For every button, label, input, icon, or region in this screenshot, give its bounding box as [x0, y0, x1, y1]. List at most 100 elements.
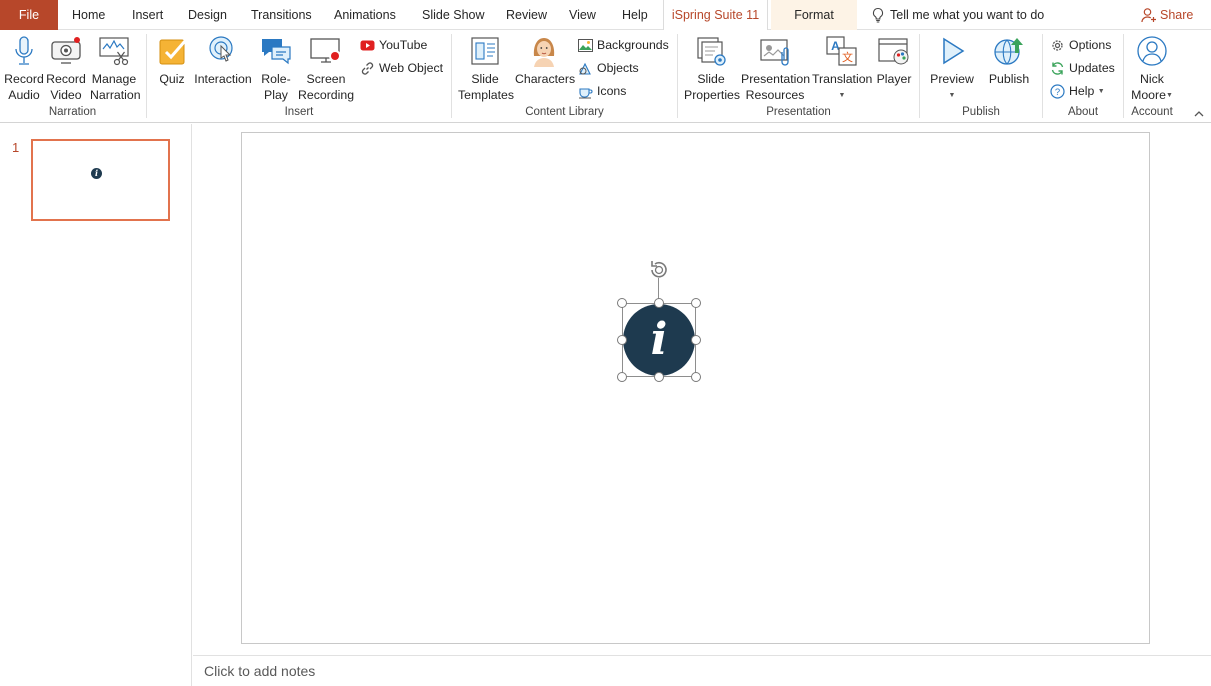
- youtube-button[interactable]: YouTube: [360, 35, 427, 55]
- backgrounds-button[interactable]: Backgrounds: [578, 35, 669, 55]
- icons-button[interactable]: Icons: [578, 81, 626, 101]
- timeline-scissors-icon: [97, 34, 131, 68]
- link-icon: [361, 62, 374, 75]
- translation-button[interactable]: A文 Translation ▼: [812, 34, 872, 104]
- character-woman-icon: [527, 34, 561, 68]
- screen-recording-button[interactable]: Screen Recording: [298, 34, 354, 103]
- resize-handle-right[interactable]: [691, 335, 701, 345]
- slide-templates-button[interactable]: Slide Templates: [458, 34, 514, 103]
- help-button[interactable]: ? Help ▼: [1050, 81, 1105, 101]
- resize-handle-bottom[interactable]: [654, 372, 664, 382]
- resize-handle-left[interactable]: [617, 335, 627, 345]
- tab-design[interactable]: Design: [188, 0, 227, 30]
- ribbon: Record Audio Record Video Manage Narrati…: [0, 30, 1211, 123]
- slide-thumbnail-pane: 1 i: [0, 124, 192, 686]
- user-avatar-icon: [1135, 34, 1169, 68]
- globe-upload-icon: [992, 34, 1026, 68]
- tell-me-search[interactable]: Tell me what you want to do: [871, 0, 1044, 30]
- icons-label: Icons: [597, 84, 627, 98]
- group-label-publish: Publish: [962, 106, 1000, 118]
- collapse-ribbon-chevron-up-icon[interactable]: [1192, 108, 1206, 120]
- presentation-resources-label-2: Resources: [745, 88, 805, 102]
- tab-animations[interactable]: Animations: [334, 0, 396, 30]
- group-separator: [1123, 34, 1124, 118]
- tab-view[interactable]: View: [569, 0, 596, 30]
- image-icon: [578, 39, 593, 52]
- objects-button[interactable]: Objects: [578, 58, 639, 78]
- tab-home[interactable]: Home: [72, 0, 105, 30]
- slide-properties-label-1: Slide: [697, 72, 725, 86]
- options-label: Options: [1069, 38, 1112, 52]
- resize-handle-bottom-right[interactable]: [691, 372, 701, 382]
- translate-icon: A文: [825, 34, 859, 68]
- ribbon-tab-bar: File Home Insert Design Transitions Anim…: [0, 0, 1211, 31]
- screen-recording-label-1: Screen: [306, 72, 346, 86]
- account-button[interactable]: Nick Moore ▼: [1128, 34, 1176, 104]
- slide-canvas[interactable]: i: [241, 132, 1150, 644]
- tab-transitions[interactable]: Transitions: [251, 0, 312, 30]
- rotate-handle-icon[interactable]: [646, 258, 672, 280]
- group-label-narration: Narration: [48, 106, 97, 118]
- group-label-content-library: Content Library: [525, 106, 604, 118]
- speech-bubbles-icon: [259, 34, 293, 68]
- tab-file[interactable]: File: [0, 0, 58, 30]
- resize-handle-bottom-left[interactable]: [617, 372, 627, 382]
- selection-frame: [622, 303, 696, 377]
- player-palette-icon: [877, 34, 911, 68]
- updates-button[interactable]: Updates: [1050, 58, 1115, 78]
- account-name-1: Nick: [1140, 72, 1164, 86]
- interaction-button[interactable]: Interaction: [194, 34, 252, 87]
- slide-templates-icon: [468, 34, 502, 68]
- preview-button[interactable]: Preview ▼: [928, 34, 976, 104]
- publish-button[interactable]: Publish: [986, 34, 1032, 87]
- help-dropdown-caret-icon: ▼: [1097, 87, 1105, 95]
- quiz-button[interactable]: Quiz: [156, 34, 188, 87]
- preview-dropdown-caret-icon: ▼: [948, 91, 956, 99]
- notes-placeholder: Click to add notes: [204, 663, 316, 679]
- youtube-icon: [360, 40, 375, 51]
- slide-properties-button[interactable]: Slide Properties: [684, 34, 740, 103]
- tab-help[interactable]: Help: [622, 0, 648, 30]
- interaction-label: Interaction: [194, 72, 252, 86]
- preview-label: Preview: [930, 72, 974, 86]
- tab-review[interactable]: Review: [506, 0, 547, 30]
- screen-record-icon: [309, 34, 343, 68]
- slide-templates-label-1: Slide: [471, 72, 499, 86]
- quiz-checkmark-icon: [156, 34, 190, 68]
- resources-paperclip-icon: [758, 34, 792, 68]
- record-video-button[interactable]: Record Video: [46, 34, 86, 103]
- share-label: Share: [1160, 8, 1194, 22]
- options-button[interactable]: Options: [1050, 35, 1111, 55]
- shapes-icon: [579, 62, 591, 75]
- resize-handle-top-left[interactable]: [617, 298, 627, 308]
- tab-slide-show[interactable]: Slide Show: [422, 0, 485, 30]
- presentation-resources-button[interactable]: Presentation Resources: [741, 34, 810, 103]
- tab-ispring-suite[interactable]: iSpring Suite 11: [663, 0, 768, 31]
- characters-button[interactable]: Characters: [515, 34, 576, 87]
- group-separator: [451, 34, 452, 118]
- youtube-label: YouTube: [379, 38, 428, 52]
- slide-editor: i: [193, 124, 1211, 655]
- tab-insert[interactable]: Insert: [132, 0, 163, 30]
- group-separator: [677, 34, 678, 118]
- record-audio-button[interactable]: Record Audio: [4, 34, 44, 103]
- resize-handle-top-right[interactable]: [691, 298, 701, 308]
- player-button[interactable]: Player: [876, 34, 912, 87]
- share-button[interactable]: Share: [1141, 0, 1193, 30]
- account-dropdown-caret-icon: ▼: [1165, 91, 1173, 99]
- resize-handle-top[interactable]: [654, 298, 664, 308]
- slide-thumbnail[interactable]: i: [31, 139, 170, 221]
- web-object-button[interactable]: Web Object: [360, 58, 443, 78]
- tab-format[interactable]: Format: [771, 0, 857, 30]
- question-circle-icon: ?: [1050, 84, 1065, 99]
- publish-label: Publish: [988, 72, 1030, 86]
- tell-me-text: Tell me what you want to do: [890, 8, 1045, 22]
- play-icon: [935, 34, 969, 68]
- role-play-button[interactable]: Role- Play: [258, 34, 294, 103]
- role-play-label-1: Role-: [261, 72, 291, 86]
- notes-pane[interactable]: Click to add notes: [193, 655, 1211, 686]
- group-label-account: Account: [1131, 106, 1173, 118]
- record-video-label-1: Record: [46, 72, 86, 86]
- manage-narration-button[interactable]: Manage Narration: [90, 34, 141, 103]
- characters-label: Characters: [515, 72, 576, 86]
